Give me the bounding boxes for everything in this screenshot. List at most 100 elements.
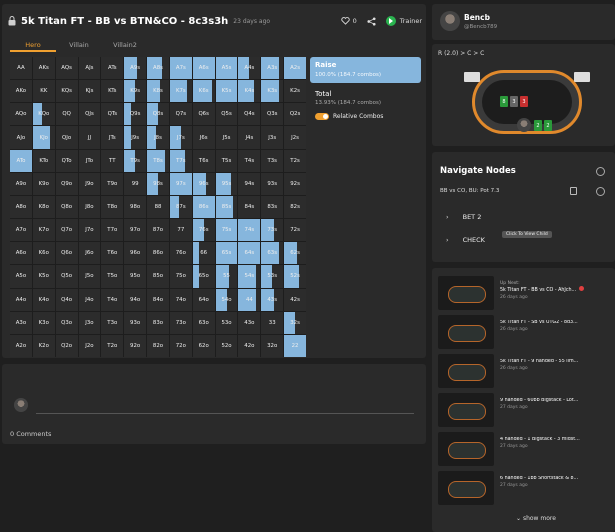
like-button[interactable]: 0: [340, 17, 357, 25]
hand-cell[interactable]: K7o: [32, 219, 55, 242]
hand-cell[interactable]: 63s: [261, 242, 284, 265]
hand-cell[interactable]: 72s: [284, 219, 306, 242]
hand-cell[interactable]: 75s: [215, 219, 238, 242]
hand-cell[interactable]: 97s: [169, 172, 192, 195]
hand-cell[interactable]: 74o: [169, 288, 192, 311]
hand-cell[interactable]: J6o: [78, 242, 101, 265]
hand-cell[interactable]: AQs: [55, 57, 78, 80]
hand-cell[interactable]: J2o: [78, 334, 101, 357]
hand-cell[interactable]: JTs: [101, 126, 124, 149]
hand-cell[interactable]: 95s: [215, 172, 238, 195]
hand-cell[interactable]: 83o: [147, 311, 169, 334]
hand-cell[interactable]: J5s: [215, 126, 238, 149]
hand-cell[interactable]: KK: [32, 80, 55, 103]
hand-cell[interactable]: K7s: [169, 80, 192, 103]
tab-villain2[interactable]: Villain2: [102, 38, 148, 52]
hand-cell[interactable]: T7o: [101, 219, 124, 242]
hand-cell[interactable]: 65o: [192, 265, 215, 288]
tab-villain[interactable]: Villain: [56, 38, 102, 52]
hand-cell[interactable]: Q8o: [55, 195, 78, 219]
hand-cell[interactable]: 92o: [124, 334, 147, 357]
hand-cell[interactable]: ATs: [101, 57, 124, 80]
hand-cell[interactable]: K8o: [32, 195, 55, 219]
relative-combos-toggle[interactable]: [315, 113, 329, 120]
hand-cell[interactable]: AJs: [78, 57, 101, 80]
hand-cell[interactable]: 65s: [215, 242, 238, 265]
show-more-button[interactable]: ⌄ show more: [516, 515, 556, 522]
hand-cell[interactable]: Q5s: [215, 103, 238, 126]
hand-cell[interactable]: 96s: [192, 172, 215, 195]
hand-cell[interactable]: 33: [261, 311, 284, 334]
hand-cell[interactable]: 99: [124, 172, 147, 195]
hand-cell[interactable]: 42o: [238, 334, 261, 357]
hand-cell[interactable]: QQ: [55, 103, 78, 126]
hand-cell[interactable]: 66: [192, 242, 215, 265]
hand-cell[interactable]: AJo: [10, 126, 32, 149]
hand-cell[interactable]: A6o: [10, 242, 32, 265]
hand-cell[interactable]: 76o: [169, 242, 192, 265]
hand-cell[interactable]: Q2o: [55, 334, 78, 357]
hand-cell[interactable]: K6o: [32, 242, 55, 265]
list-item[interactable]: Up Next: 5k Titan FT - BB vs CO - AhJch.…: [438, 276, 610, 310]
hand-cell[interactable]: 97o: [124, 219, 147, 242]
hand-cell[interactable]: KQs: [55, 80, 78, 103]
trainer-button[interactable]: Trainer: [385, 16, 422, 26]
hand-cell[interactable]: K3s: [261, 80, 284, 103]
hand-cell[interactable]: 52o: [215, 334, 238, 357]
hand-cell[interactable]: JJ: [78, 126, 101, 149]
hand-cell[interactable]: A2s: [284, 57, 306, 80]
hand-cell[interactable]: J6s: [192, 126, 215, 149]
hand-cell[interactable]: 43s: [261, 288, 284, 311]
hand-cell[interactable]: 73s: [261, 219, 284, 242]
hand-cell[interactable]: A7o: [10, 219, 32, 242]
hand-cell[interactable]: T5o: [101, 265, 124, 288]
hand-cell[interactable]: T9o: [101, 172, 124, 195]
hand-cell[interactable]: Q9o: [55, 172, 78, 195]
hand-cell[interactable]: T2s: [284, 149, 306, 172]
hand-cell[interactable]: K4o: [32, 288, 55, 311]
hand-cell[interactable]: J2s: [284, 126, 306, 149]
hand-cell[interactable]: 98s: [147, 172, 169, 195]
hand-cell[interactable]: Q7o: [55, 219, 78, 242]
hand-cell[interactable]: K8s: [147, 80, 169, 103]
hand-cell[interactable]: 62s: [284, 242, 306, 265]
nav-node-check[interactable]: › CHECK: [446, 236, 485, 244]
hand-cell[interactable]: KQo: [32, 103, 55, 126]
hand-cell[interactable]: 74s: [238, 219, 261, 242]
author-card[interactable]: Bencb @Bencb789: [432, 4, 615, 40]
hand-cell[interactable]: J4s: [238, 126, 261, 149]
hand-cell[interactable]: J9o: [78, 172, 101, 195]
tab-hero[interactable]: Hero: [10, 38, 56, 52]
hand-cell[interactable]: T5s: [215, 149, 238, 172]
hand-cell[interactable]: K6s: [192, 80, 215, 103]
hand-cell[interactable]: Q4o: [55, 288, 78, 311]
hand-cell[interactable]: A3s: [261, 57, 284, 80]
hand-cell[interactable]: A8o: [10, 195, 32, 219]
hand-cell[interactable]: JTo: [78, 149, 101, 172]
hand-cell[interactable]: KTs: [101, 80, 124, 103]
hand-cell[interactable]: K2o: [32, 334, 55, 357]
hand-cell[interactable]: 93s: [261, 172, 284, 195]
hand-cell[interactable]: 77: [169, 219, 192, 242]
hand-cell[interactable]: AKo: [10, 80, 32, 103]
share-button[interactable]: [367, 16, 376, 26]
hand-cell[interactable]: T4o: [101, 288, 124, 311]
hand-cell[interactable]: 72o: [169, 334, 192, 357]
hand-cell[interactable]: 76s: [192, 219, 215, 242]
hand-cell[interactable]: 64s: [238, 242, 261, 265]
hand-cell[interactable]: TT: [101, 149, 124, 172]
raise-action-box[interactable]: Raise 100.0% (184.7 combos): [310, 57, 421, 83]
list-item[interactable]: 4 handed - 1 Bigstack - 3 midst... 27 day…: [438, 432, 610, 466]
hand-cell[interactable]: 53o: [215, 311, 238, 334]
hand-cell[interactable]: T7s: [169, 149, 192, 172]
hand-cell[interactable]: 44: [238, 288, 261, 311]
hand-cell[interactable]: 87s: [169, 195, 192, 219]
hand-cell[interactable]: QTo: [55, 149, 78, 172]
hand-cell[interactable]: AKs: [32, 57, 55, 80]
hand-cell[interactable]: KTo: [32, 149, 55, 172]
hand-cell[interactable]: K5o: [32, 265, 55, 288]
hand-cell[interactable]: 73o: [169, 311, 192, 334]
hand-cell[interactable]: T6s: [192, 149, 215, 172]
hand-cell[interactable]: K2s: [284, 80, 306, 103]
hand-cell[interactable]: 52s: [284, 265, 306, 288]
